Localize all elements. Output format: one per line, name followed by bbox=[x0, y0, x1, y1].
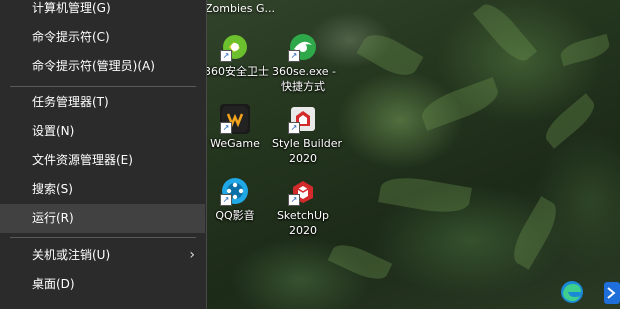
menu-item-run[interactable]: 运行(R) bbox=[0, 204, 205, 233]
wallpaper-leaf bbox=[558, 33, 612, 67]
shortcut-arrow-icon: ↗ bbox=[288, 122, 300, 134]
wallpaper-leaf bbox=[327, 238, 393, 286]
wegame-icon: ↗ bbox=[220, 104, 250, 134]
wallpaper-leaf bbox=[356, 27, 424, 83]
menu-item-label: 文件资源管理器(E) bbox=[32, 153, 133, 167]
desktop-icon-qq-player[interactable]: ↗ QQ影音 bbox=[204, 176, 266, 223]
blue-app-icon[interactable] bbox=[602, 278, 620, 306]
desktop-icon-label: 360se.exe - bbox=[272, 65, 336, 78]
desktop-icon-label: Style Builder bbox=[272, 137, 343, 150]
winx-context-menu: 计算机管理(G) 命令提示符(C) 命令提示符(管理员)(A) 任务管理器(T)… bbox=[0, 0, 207, 309]
desktop-icon-360-safe[interactable]: ↗ 360安全卫士 bbox=[204, 32, 269, 79]
desktop-icon-label: 360安全卫士 bbox=[204, 65, 269, 78]
360se-icon: ↗ bbox=[288, 32, 318, 62]
desktop-icon-label-line2: 快捷方式 bbox=[281, 80, 325, 93]
desktop-icon-wegame[interactable]: ↗ WeGame bbox=[204, 104, 266, 151]
desktop-icon-label: SketchUp bbox=[276, 209, 330, 222]
shortcut-arrow-icon: ↗ bbox=[288, 194, 300, 206]
desktop-icon-label-line2: 2020 bbox=[289, 152, 317, 165]
menu-item-label: 运行(R) bbox=[32, 211, 74, 225]
wallpaper-leaf bbox=[539, 93, 601, 149]
edge-icon[interactable] bbox=[558, 278, 586, 306]
shortcut-arrow-icon: ↗ bbox=[220, 50, 232, 62]
menu-item-task-manager[interactable]: 任务管理器(T) bbox=[0, 88, 205, 117]
menu-item-desktop[interactable]: 桌面(D) bbox=[0, 270, 205, 299]
desktop-icon-label: QQ影音 bbox=[215, 209, 255, 222]
menu-item-command-prompt[interactable]: 命令提示符(C) bbox=[0, 23, 205, 52]
menu-item-label: 命令提示符(管理员)(A) bbox=[32, 59, 155, 73]
wallpaper-leaf bbox=[472, 0, 538, 68]
shortcut-arrow-icon: ↗ bbox=[288, 50, 300, 62]
menu-separator bbox=[10, 237, 196, 238]
menu-item-label: 计算机管理(G) bbox=[32, 1, 111, 15]
menu-item-label: 搜索(S) bbox=[32, 182, 73, 196]
sketchup-icon: ↗ bbox=[288, 176, 318, 206]
menu-item-label: 命令提示符(C) bbox=[32, 30, 110, 44]
chevron-right-icon: › bbox=[189, 247, 195, 263]
menu-item-settings[interactable]: 设置(N) bbox=[0, 117, 205, 146]
desktop-icon-label-line2: 2020 bbox=[289, 224, 317, 237]
desktop-icon-360se[interactable]: ↗ 360se.exe - 快捷方式 bbox=[272, 32, 336, 94]
menu-item-label: 任务管理器(T) bbox=[32, 95, 109, 109]
menu-item-label: 设置(N) bbox=[32, 124, 75, 138]
360-safe-icon: ↗ bbox=[220, 32, 250, 62]
wallpaper-leaf bbox=[378, 172, 472, 218]
wallpaper-leaf bbox=[506, 196, 564, 270]
menu-separator bbox=[10, 86, 196, 87]
partial-window-title: Zombies G... bbox=[205, 2, 276, 15]
desktop-icon-style-builder[interactable]: ↗ Style Builder 2020 bbox=[272, 104, 343, 166]
menu-item-shutdown-signout[interactable]: 关机或注销(U) › bbox=[0, 241, 205, 270]
desktop-icon-sketchup[interactable]: ↗ SketchUp 2020 bbox=[272, 176, 334, 238]
menu-item-label: 关机或注销(U) bbox=[32, 248, 111, 262]
menu-item-file-explorer[interactable]: 文件资源管理器(E) bbox=[0, 146, 205, 175]
shortcut-arrow-icon: ↗ bbox=[220, 194, 232, 206]
qq-player-icon: ↗ bbox=[220, 176, 250, 206]
shortcut-arrow-icon: ↗ bbox=[220, 122, 232, 134]
menu-item-label: 桌面(D) bbox=[32, 277, 75, 291]
wallpaper-leaf bbox=[417, 77, 503, 131]
sketchup-style-builder-icon: ↗ bbox=[288, 104, 318, 134]
desktop-icon-label: WeGame bbox=[210, 137, 260, 150]
menu-item-command-prompt-admin[interactable]: 命令提示符(管理员)(A) bbox=[0, 52, 205, 81]
menu-item-search[interactable]: 搜索(S) bbox=[0, 175, 205, 204]
menu-item-computer-management[interactable]: 计算机管理(G) bbox=[0, 0, 205, 23]
